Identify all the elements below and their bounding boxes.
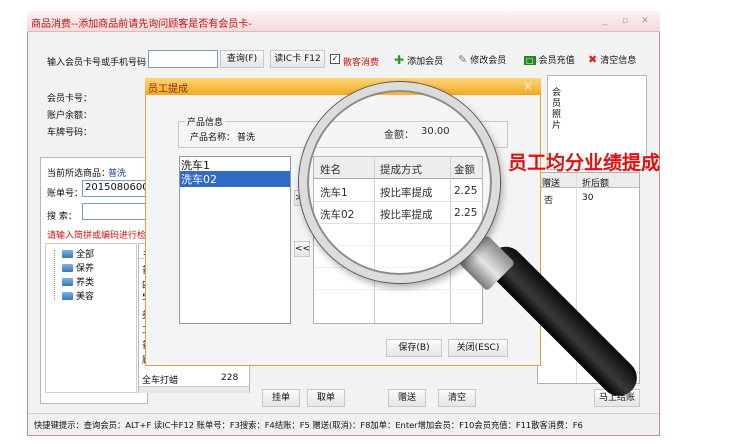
dialog-title-bar: 员工提成 × (145, 78, 541, 95)
scatter-checkbox[interactable]: ✓ (330, 54, 340, 64)
product-name-label: 产品名称： (190, 133, 236, 143)
search-hint: 请输入简拼或编码进行检索 (47, 231, 147, 241)
magnifier-lens (299, 82, 500, 283)
query-button[interactable]: 查询(F) (220, 50, 264, 68)
restore-button[interactable]: ▫ (619, 15, 631, 27)
window-title: 商品消费--添加商品前请先询问顾客是否有会员卡- (31, 19, 252, 30)
read-ic-card-button[interactable]: 读IC卡 F12 (270, 50, 325, 68)
minimize-button[interactable]: _ (599, 15, 611, 27)
grid-header-discount: 折后额 (582, 179, 610, 189)
order-number-field[interactable]: 2015080600 (82, 180, 148, 197)
edit-icon: ✎ (458, 53, 468, 66)
clear-info-button[interactable]: ✖ 清空信息 (588, 53, 636, 66)
row-line-5 (314, 289, 482, 290)
tree-item-label: 养类 (76, 278, 95, 288)
annotation-text: 员工均分业绩提成 (508, 152, 661, 174)
member-input-label: 输入会员卡号或手机号码 (47, 58, 147, 68)
close-button[interactable]: ✕ (639, 15, 651, 27)
grid-cell-discount: 30 (582, 193, 594, 203)
horizontal-scrollbar[interactable] (139, 386, 249, 393)
member-input[interactable] (148, 50, 218, 68)
plus-icon: ✚ (394, 53, 405, 67)
dialog-title: 员工提成 (148, 84, 188, 95)
tree-item-label: 全部 (76, 250, 95, 260)
recharge-label: 会员充值 (538, 56, 575, 66)
edit-member-button[interactable]: ✎ 修改会员 (458, 53, 506, 66)
product-name-value: 普洗 (237, 133, 256, 143)
delete-icon: ✖ (588, 53, 598, 66)
folder-icon (62, 292, 73, 300)
edit-member-label: 修改会员 (470, 56, 507, 66)
tree-item[interactable]: 养类 (62, 275, 94, 288)
move-left-button[interactable]: << (294, 241, 310, 257)
employee-item-selected[interactable]: 洗车02 (180, 171, 290, 187)
scatter-label: 散客消费 (343, 58, 380, 68)
current-product-label: 当前所选商品： (47, 169, 111, 179)
search-label: 搜 索： (47, 212, 77, 222)
clear-info-label: 清空信息 (600, 56, 637, 66)
close-dialog-button[interactable]: 关闭(ESC) (448, 339, 508, 357)
plate-label: 车牌号码： (47, 128, 93, 138)
recharge-button[interactable]: □ 会员充值 (524, 53, 575, 66)
clear-button[interactable]: 清空 (438, 389, 476, 407)
recharge-icon: □ (524, 56, 536, 65)
shortcut-hint: 快捷键提示：查询会员：ALT+F 读IC卡F12 账单号：F3搜索：F4结账：F… (34, 420, 583, 430)
screen: 商品消费--添加商品前请先询问顾客是否有会员卡- _ ▫ ✕ 输入会员卡号或手机… (0, 0, 740, 447)
folder-icon (62, 278, 73, 286)
tree-item-label: 美容 (76, 292, 95, 302)
grid-cell-gift: 否 (544, 196, 554, 206)
tree-item-label: 保养 (76, 264, 95, 274)
hold-order-button[interactable]: 挂单 (262, 389, 300, 407)
grid-header-gift: 赠送 (542, 179, 561, 189)
card-number-label: 会员卡号： (47, 94, 93, 104)
folder-icon (62, 264, 73, 272)
gift-button[interactable]: 赠送 (388, 389, 426, 407)
tree-item[interactable]: 美容 (62, 289, 94, 302)
add-member-button[interactable]: ✚ 添加会员 (394, 53, 443, 67)
title-bar: 商品消费--添加商品前请先询问顾客是否有会员卡- _ ▫ ✕ (27, 11, 660, 32)
product-row-value: 228 (221, 373, 239, 383)
tree-item[interactable]: 全部 (62, 247, 94, 260)
product-row-name[interactable]: 全车打蜡 (142, 373, 178, 386)
tree-line (54, 250, 55, 300)
balance-label: 账户余额： (47, 111, 93, 121)
order-number-label: 账单号： (47, 189, 84, 199)
search-input[interactable] (82, 203, 148, 220)
status-bar: 快捷键提示：查询会员：ALT+F 读IC卡F12 账单号：F3搜索：F4结账：F… (28, 413, 659, 435)
dialog-close-icon[interactable]: × (523, 79, 533, 93)
current-product-value: 普洗 (108, 169, 127, 179)
tree-item[interactable]: 保养 (62, 261, 94, 274)
product-info-group-label: 产品信息 (185, 115, 226, 128)
member-photo-label: 会员照片 (552, 88, 562, 131)
add-member-label: 添加会员 (407, 57, 444, 67)
save-button[interactable]: 保存(B) (386, 339, 442, 357)
folder-icon (62, 250, 73, 258)
take-order-button[interactable]: 取单 (307, 389, 345, 407)
